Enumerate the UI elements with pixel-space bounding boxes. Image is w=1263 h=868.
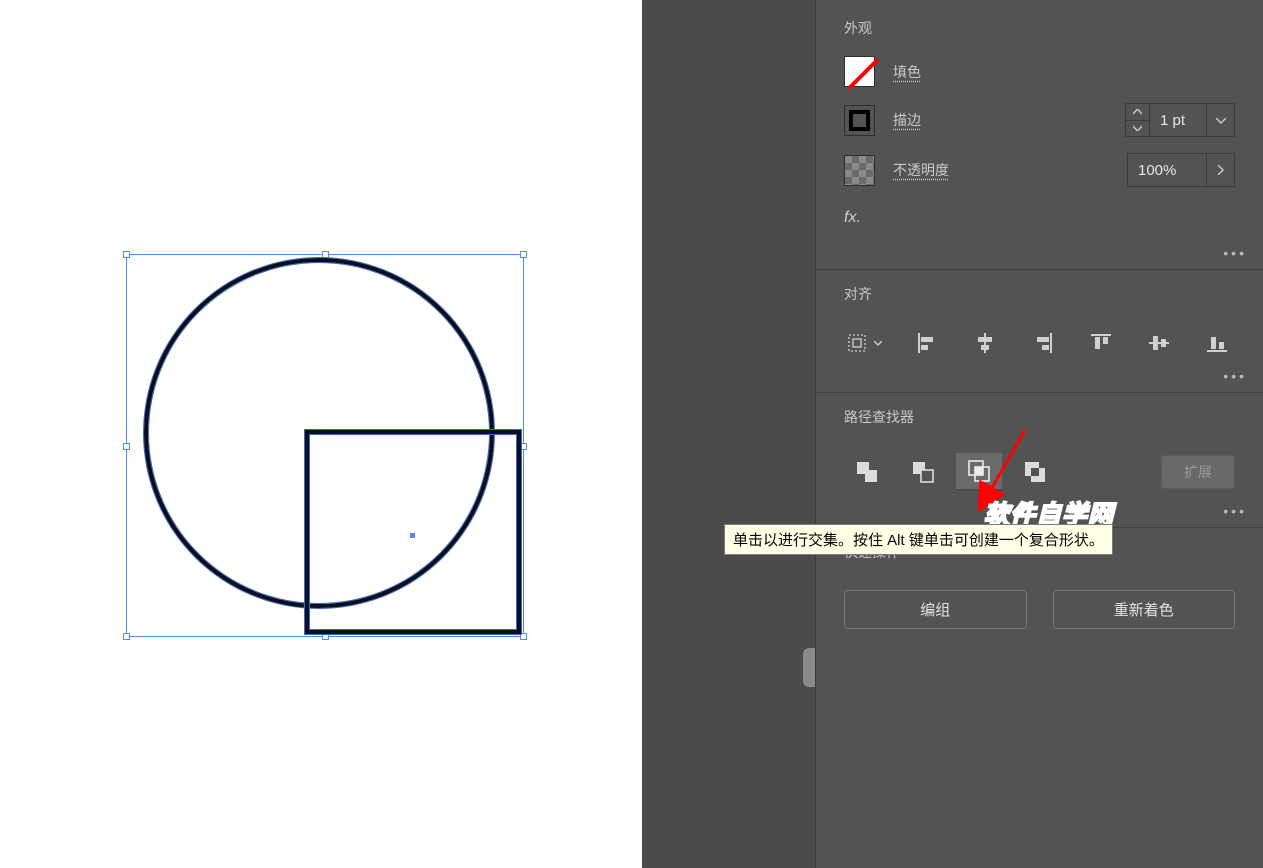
group-button[interactable]: 编组 (844, 590, 1027, 629)
align-top-icon[interactable] (1088, 330, 1114, 356)
stroke-swatch[interactable] (844, 105, 875, 136)
align-title: 对齐 (844, 284, 1235, 304)
quick-ops-section: 快速操作 编组 重新着色 (816, 542, 1263, 639)
pathfinder-section: 路径查找器 扩展 (816, 407, 1263, 499)
recolor-button[interactable]: 重新着色 (1053, 590, 1236, 629)
handle-tm[interactable] (322, 251, 329, 258)
tooltip: 单击以进行交集。按住 Alt 键单击可创建一个复合形状。 (724, 524, 1113, 555)
opacity-row: 不透明度 100% (844, 153, 1235, 187)
handle-bm[interactable] (322, 633, 329, 640)
align-left-icon[interactable] (914, 330, 940, 356)
handle-br[interactable] (520, 633, 527, 640)
canvas-gutter (642, 0, 815, 868)
expand-button[interactable]: 扩展 (1161, 455, 1235, 489)
fill-label[interactable]: 填色 (893, 62, 921, 82)
align-right-icon[interactable] (1030, 330, 1056, 356)
stroke-value[interactable]: 1 pt (1149, 103, 1207, 137)
align-hcenter-icon[interactable] (972, 330, 998, 356)
align-vcenter-icon[interactable] (1146, 330, 1172, 356)
separator (816, 269, 1263, 270)
handle-tr[interactable] (520, 251, 527, 258)
fill-row: 填色 (844, 56, 1235, 87)
stroke-label[interactable]: 描边 (893, 110, 921, 130)
align-to-icon[interactable] (844, 330, 870, 356)
fx-button[interactable]: fx. (816, 203, 1263, 241)
handle-ml[interactable] (123, 443, 130, 450)
handle-mr[interactable] (520, 443, 527, 450)
stroke-stepper[interactable] (1125, 103, 1149, 137)
align-bottom-icon[interactable] (1204, 330, 1230, 356)
opacity-value[interactable]: 100% (1127, 153, 1207, 187)
annotation-arrow (975, 425, 1035, 515)
opacity-swatch[interactable] (844, 155, 875, 186)
canvas[interactable] (0, 0, 642, 868)
properties-panel: 外观 填色 描边 1 pt (815, 0, 1263, 868)
square-shape[interactable] (305, 430, 521, 634)
handle-bl[interactable] (123, 633, 130, 640)
stroke-step-up-icon[interactable] (1126, 104, 1149, 121)
align-section: 对齐 (816, 284, 1263, 364)
handle-tl[interactable] (123, 251, 130, 258)
stroke-row: 描边 1 pt (844, 103, 1235, 137)
chevron-down-icon[interactable] (874, 340, 882, 346)
opacity-flyout[interactable] (1207, 153, 1235, 187)
stroke-step-down-icon[interactable] (1126, 121, 1149, 137)
fill-swatch[interactable] (844, 56, 875, 87)
center-marker (410, 533, 415, 538)
appearance-more[interactable]: ••• (816, 245, 1263, 261)
align-more[interactable]: ••• (816, 368, 1263, 384)
pathfinder-unite-icon[interactable] (844, 453, 890, 491)
stroke-dropdown[interactable] (1207, 103, 1235, 137)
pathfinder-minus-front-icon[interactable] (900, 453, 946, 491)
appearance-title: 外观 (844, 18, 1235, 38)
pathfinder-more[interactable]: ••• (816, 503, 1263, 519)
pathfinder-title: 路径查找器 (844, 407, 1235, 427)
opacity-label[interactable]: 不透明度 (893, 160, 949, 180)
scroll-thumb[interactable] (803, 648, 815, 687)
appearance-section: 外观 填色 描边 1 pt (816, 18, 1263, 187)
separator (816, 392, 1263, 393)
